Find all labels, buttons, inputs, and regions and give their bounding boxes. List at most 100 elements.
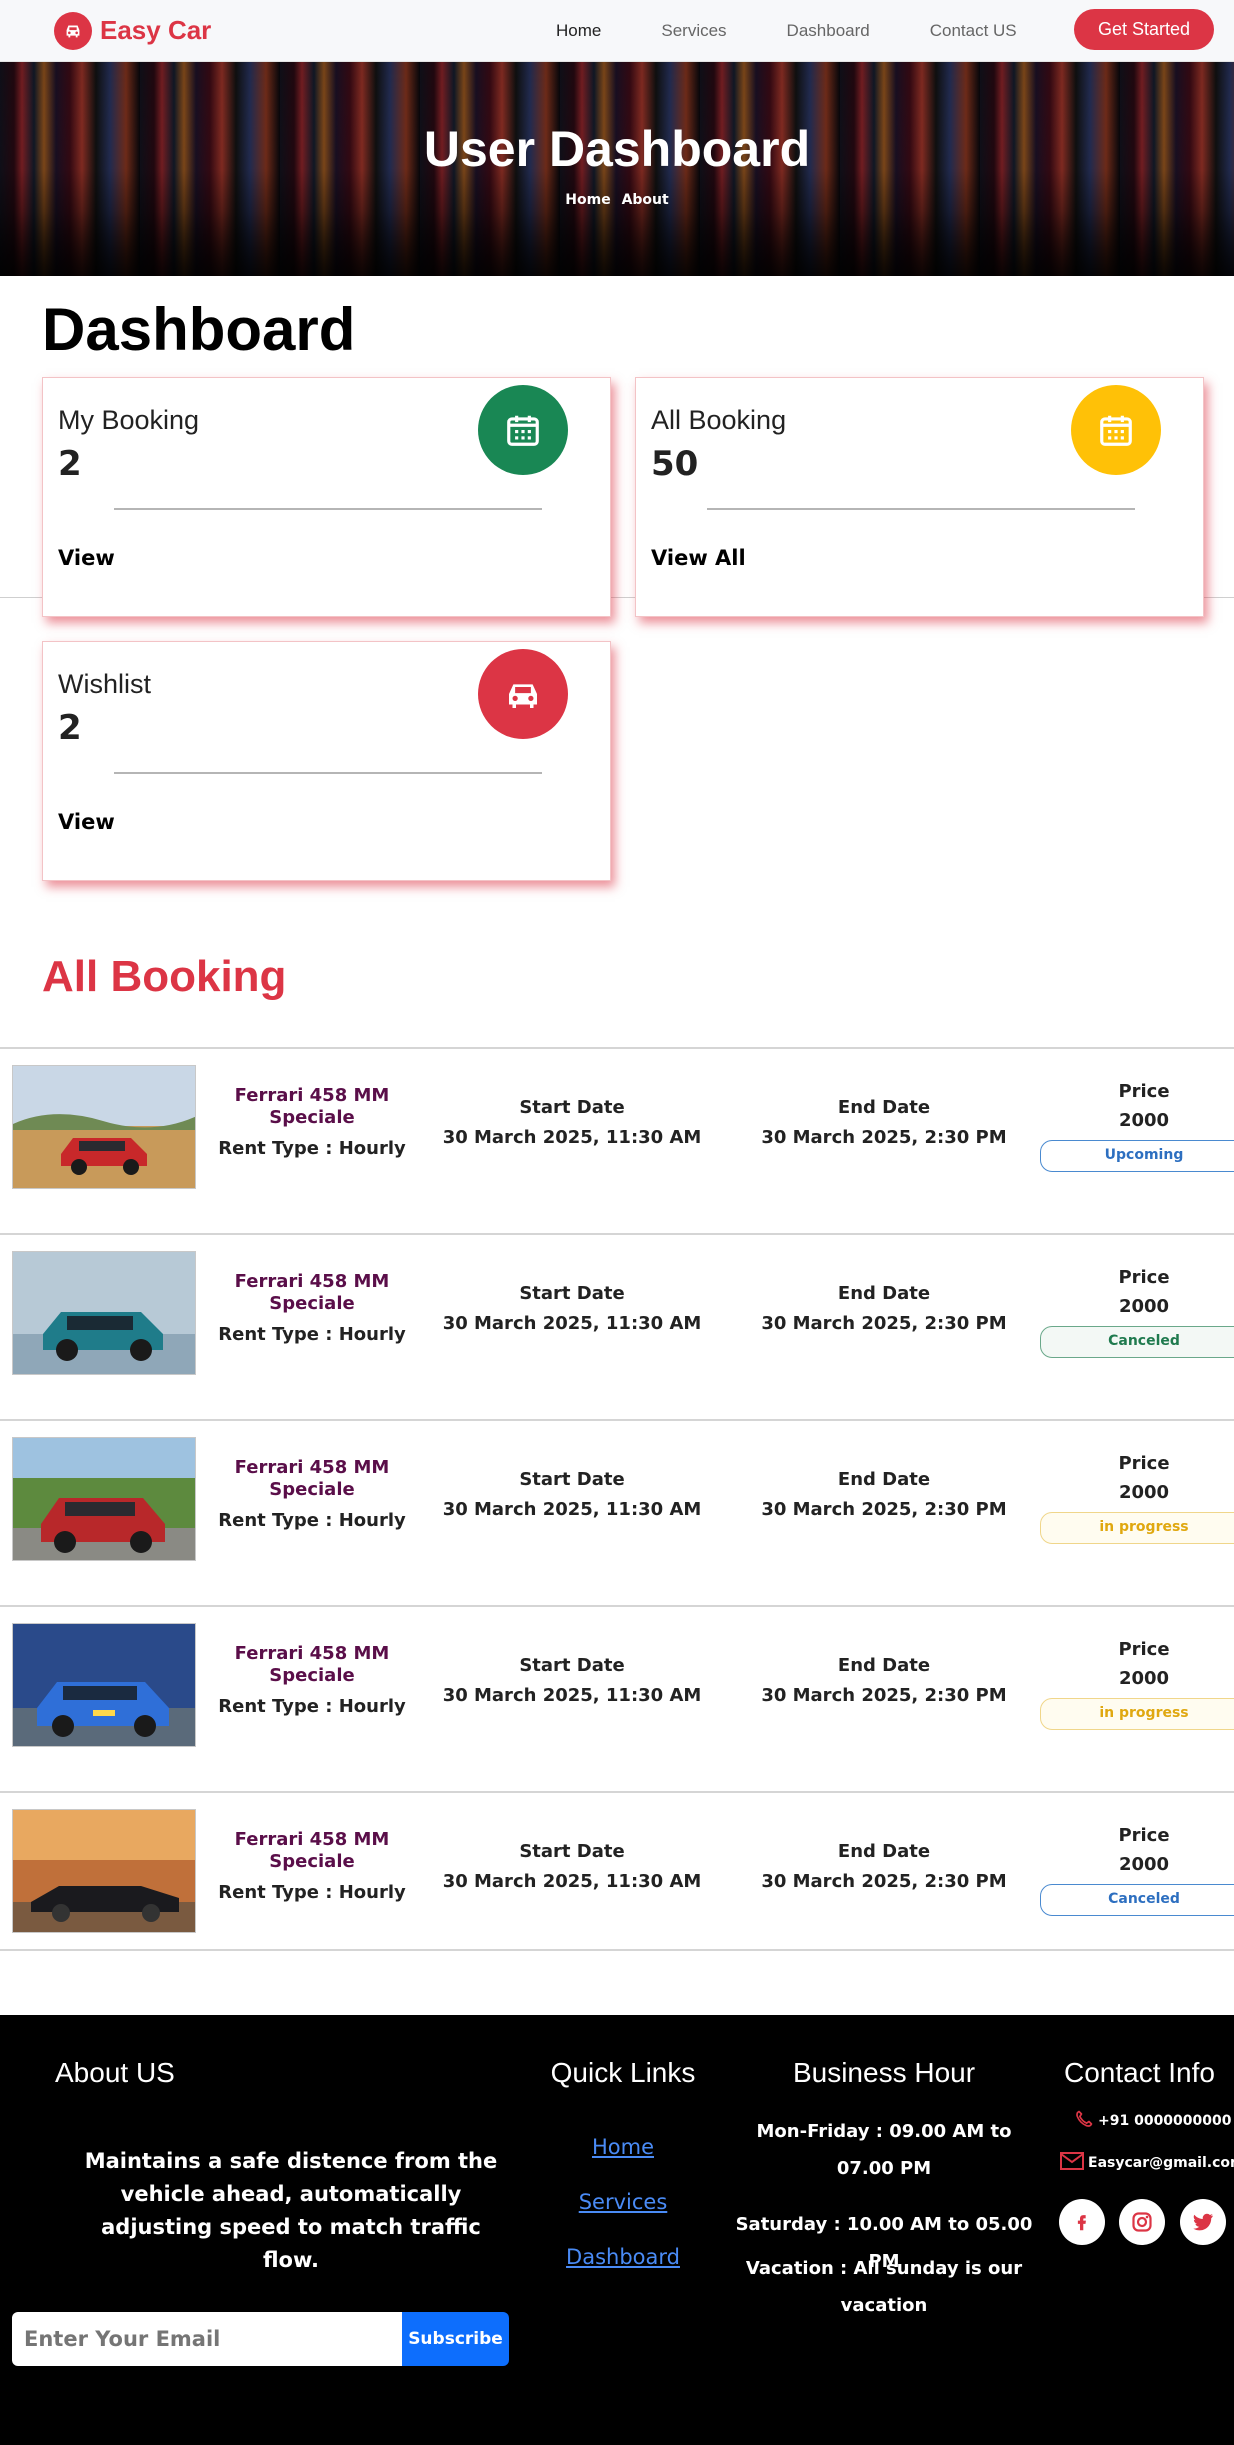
my-booking-card: My Booking 2 View bbox=[42, 377, 611, 617]
car-icon bbox=[478, 649, 568, 739]
end-date-label: End Date bbox=[837, 1097, 931, 1118]
end-date-label: End Date bbox=[837, 1469, 931, 1490]
price-value: 2000 bbox=[1118, 1482, 1170, 1503]
start-date-label: Start Date bbox=[519, 1841, 625, 1862]
brand-logo-link[interactable]: Easy Car bbox=[54, 11, 212, 50]
calendar-icon bbox=[478, 385, 568, 475]
nav-links: Home Services Dashboard Contact US bbox=[556, 0, 1077, 62]
end-date-label: End Date bbox=[837, 1655, 931, 1676]
booking-row: Ferrari 458 MM Speciale Rent Type : Hour… bbox=[0, 1419, 1234, 1605]
end-date-value: 30 March 2025, 2:30 PM bbox=[761, 1685, 1007, 1706]
phone-icon bbox=[1074, 2109, 1094, 2133]
nav-contact[interactable]: Contact US bbox=[930, 21, 1017, 41]
view-link[interactable]: View bbox=[58, 810, 115, 834]
contact-info-heading: Contact Info bbox=[1064, 2057, 1215, 2088]
view-link[interactable]: View bbox=[58, 546, 115, 570]
price-value: 2000 bbox=[1118, 1296, 1170, 1317]
price-label: Price bbox=[1118, 1825, 1170, 1846]
card-label: All Booking bbox=[651, 405, 787, 435]
breadcrumb-home[interactable]: Home bbox=[565, 192, 610, 208]
navbar: Easy Car Home Services Dashboard Contact… bbox=[0, 0, 1234, 62]
nav-services[interactable]: Services bbox=[661, 21, 726, 41]
wishlist-card: Wishlist 2 View bbox=[42, 641, 611, 881]
car-name: Ferrari 458 MM Speciale bbox=[234, 1457, 390, 1500]
booking-row: Ferrari 458 MM Speciale Rent Type : Hour… bbox=[0, 1233, 1234, 1419]
card-count: 50 bbox=[651, 444, 699, 484]
status-badge: Canceled bbox=[1040, 1884, 1234, 1916]
car-name: Ferrari 458 MM Speciale bbox=[234, 1085, 390, 1128]
card-count: 2 bbox=[58, 708, 82, 748]
rent-type: Rent Type : Hourly bbox=[218, 1510, 406, 1531]
footer: About US Maintains a safe distence from … bbox=[0, 2015, 1234, 2445]
subscribe-button[interactable]: Subscribe bbox=[402, 2312, 509, 2366]
business-hour-heading: Business Hour bbox=[792, 2057, 976, 2088]
price-label: Price bbox=[1118, 1639, 1170, 1660]
brand-name: Easy Car bbox=[100, 15, 212, 45]
card-divider bbox=[114, 508, 542, 510]
about-text: Maintains a safe distence from the vehic… bbox=[84, 2149, 498, 2272]
end-date-value: 30 March 2025, 2:30 PM bbox=[761, 1499, 1007, 1520]
start-date-value: 30 March 2025, 11:30 AM bbox=[442, 1499, 702, 1520]
booking-row: Ferrari 458 MM Speciale Rent Type : Hour… bbox=[0, 1047, 1234, 1233]
end-date-value: 30 March 2025, 2:30 PM bbox=[761, 1871, 1007, 1892]
card-label: Wishlist bbox=[58, 669, 151, 699]
hero-title: User Dashboard bbox=[423, 121, 811, 177]
start-date-label: Start Date bbox=[519, 1469, 625, 1490]
email-input[interactable] bbox=[12, 2312, 402, 2366]
price-label: Price bbox=[1118, 1267, 1170, 1288]
price-label: Price bbox=[1118, 1453, 1170, 1474]
price-label: Price bbox=[1118, 1081, 1170, 1102]
status-badge: Upcoming bbox=[1040, 1140, 1234, 1172]
hours-vacation: Vacation : All sunday is our vacation bbox=[745, 2258, 1023, 2316]
start-date-label: Start Date bbox=[519, 1097, 625, 1118]
price-value: 2000 bbox=[1118, 1110, 1170, 1131]
calendar-icon bbox=[1071, 385, 1161, 475]
car-name: Ferrari 458 MM Speciale bbox=[234, 1643, 390, 1686]
footer-link-dashboard[interactable]: Dashboard bbox=[512, 2245, 734, 2269]
rent-type: Rent Type : Hourly bbox=[218, 1324, 406, 1345]
facebook-icon[interactable] bbox=[1059, 2199, 1105, 2245]
email-address: Easycar@gmail.com bbox=[1088, 2155, 1234, 2171]
phone-number: +91 0000000000 bbox=[1098, 2113, 1232, 2129]
nav-home[interactable]: Home bbox=[556, 21, 601, 41]
all-booking-title: All Booking bbox=[42, 952, 287, 1001]
twitter-icon[interactable] bbox=[1180, 2199, 1226, 2245]
car-image bbox=[12, 1623, 196, 1747]
breadcrumb-about[interactable]: About bbox=[622, 192, 669, 208]
end-date-label: End Date bbox=[837, 1283, 931, 1304]
price-value: 2000 bbox=[1118, 1668, 1170, 1689]
start-date-value: 30 March 2025, 11:30 AM bbox=[442, 1871, 702, 1892]
start-date-value: 30 March 2025, 11:30 AM bbox=[442, 1313, 702, 1334]
hero-banner: User Dashboard Home About bbox=[0, 62, 1234, 276]
car-image bbox=[12, 1065, 196, 1189]
about-heading: About US bbox=[55, 2057, 175, 2088]
instagram-icon[interactable] bbox=[1119, 2199, 1165, 2245]
rent-type: Rent Type : Hourly bbox=[218, 1138, 406, 1159]
start-date-value: 30 March 2025, 11:30 AM bbox=[442, 1127, 702, 1148]
booking-row: Ferrari 458 MM Speciale Rent Type : Hour… bbox=[0, 1605, 1234, 1791]
start-date-value: 30 March 2025, 11:30 AM bbox=[442, 1685, 702, 1706]
status-badge: in progress bbox=[1040, 1512, 1234, 1544]
status-badge: Canceled bbox=[1040, 1326, 1234, 1358]
car-icon bbox=[54, 11, 92, 50]
card-divider bbox=[707, 508, 1135, 510]
booking-row: Ferrari 458 MM Speciale Rent Type : Hour… bbox=[0, 1791, 1234, 1951]
email-line: Easycar@gmail.com bbox=[1060, 2151, 1234, 2175]
car-image bbox=[12, 1809, 196, 1933]
footer-link-home[interactable]: Home bbox=[512, 2135, 734, 2159]
end-date-value: 30 March 2025, 2:30 PM bbox=[761, 1313, 1007, 1334]
price-value: 2000 bbox=[1118, 1854, 1170, 1875]
card-count: 2 bbox=[58, 444, 82, 484]
car-name: Ferrari 458 MM Speciale bbox=[234, 1829, 390, 1872]
start-date-label: Start Date bbox=[519, 1283, 625, 1304]
status-badge: in progress bbox=[1040, 1698, 1234, 1730]
dashboard-title: Dashboard bbox=[42, 296, 356, 363]
end-date-value: 30 March 2025, 2:30 PM bbox=[761, 1127, 1007, 1148]
rent-type: Rent Type : Hourly bbox=[218, 1696, 406, 1717]
rent-type: Rent Type : Hourly bbox=[218, 1882, 406, 1903]
nav-dashboard[interactable]: Dashboard bbox=[787, 21, 870, 41]
view-all-link[interactable]: View All bbox=[651, 546, 746, 570]
get-started-button[interactable]: Get Started bbox=[1073, 9, 1214, 50]
quick-links-heading: Quick Links bbox=[550, 2057, 696, 2088]
footer-link-services[interactable]: Services bbox=[512, 2190, 734, 2214]
